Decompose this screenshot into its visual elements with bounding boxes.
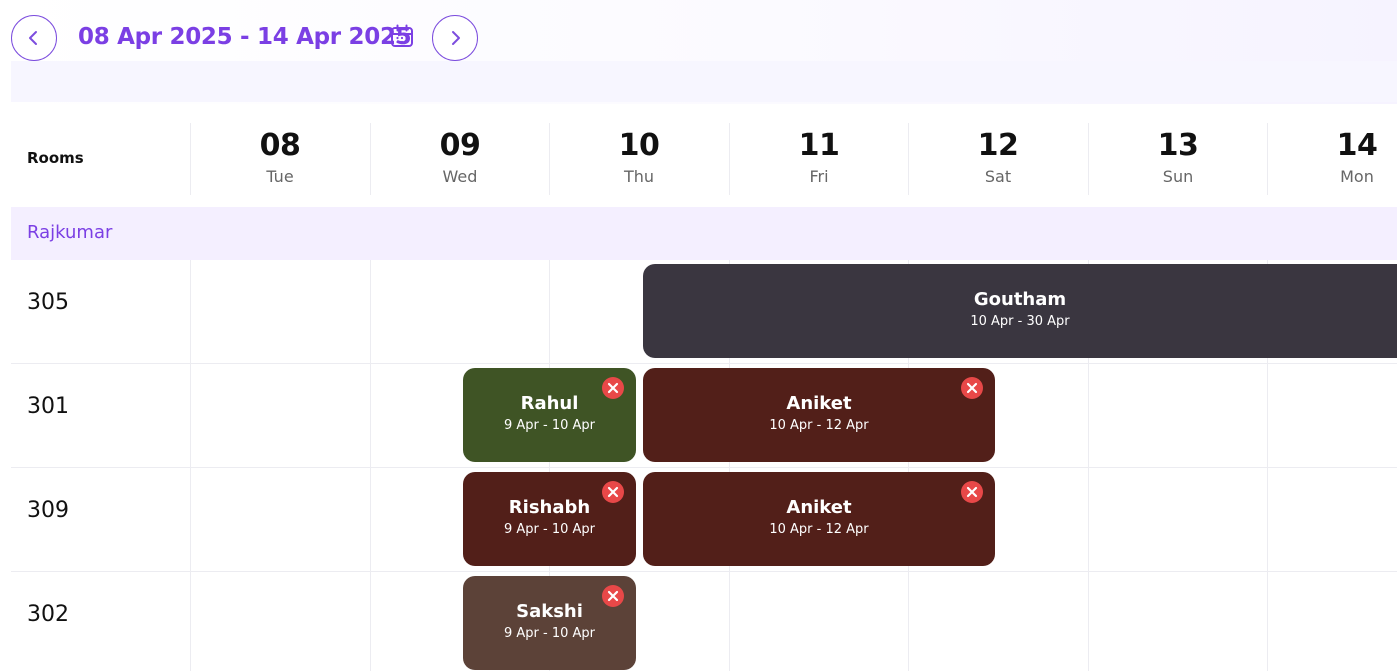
- day-number: 14: [1336, 128, 1378, 163]
- booking-dates: 10 Apr - 12 Apr: [769, 418, 869, 433]
- close-icon: [966, 486, 978, 498]
- remove-booking-button[interactable]: [602, 585, 624, 607]
- day-number: 08: [259, 128, 301, 163]
- booking-dates: 10 Apr - 30 Apr: [970, 314, 1070, 329]
- booking-dates: 9 Apr - 10 Apr: [503, 418, 595, 433]
- room-name: 305: [27, 290, 69, 315]
- day-header-12: 12 Sat: [908, 123, 1087, 195]
- day-name: Wed: [442, 167, 478, 186]
- date-range-label: 08 Apr 2025 - 14 Apr 2025: [78, 24, 412, 50]
- day-number: 10: [618, 128, 660, 163]
- booking-dates: 9 Apr - 10 Apr: [503, 522, 595, 537]
- day-header-08: 08 Tue: [190, 123, 369, 195]
- day-name: Thu: [623, 167, 655, 186]
- booking-block[interactable]: Rishabh 9 Apr - 10 Apr: [463, 472, 636, 566]
- booking-block[interactable]: Aniket 10 Apr - 12 Apr: [643, 368, 995, 462]
- room-group-label: Rajkumar: [27, 222, 113, 243]
- room-name: 309: [27, 498, 69, 523]
- day-header-09: 09 Wed: [370, 123, 549, 195]
- booking-dates: 10 Apr - 12 Apr: [769, 522, 869, 537]
- day-name: Sun: [1162, 167, 1194, 186]
- date-navigation-bar: 08 Apr 2025 - 14 Apr 2025: [0, 0, 1397, 104]
- day-name: Tue: [266, 167, 294, 186]
- day-number: 09: [439, 128, 481, 163]
- room-name: 301: [27, 394, 69, 419]
- room-group-header[interactable]: Rajkumar: [11, 207, 1397, 260]
- day-name: Mon: [1340, 167, 1374, 186]
- remove-booking-button[interactable]: [961, 481, 983, 503]
- booking-block[interactable]: Rahul 9 Apr - 10 Apr: [463, 368, 636, 462]
- room-name: 302: [27, 602, 69, 627]
- calendar-icon[interactable]: [389, 23, 415, 49]
- chevron-left-icon: [29, 31, 37, 45]
- remove-booking-button[interactable]: [961, 377, 983, 399]
- day-header-row: Rooms 08 Tue 09 Wed 10 Thu 11 Fri 12 Sat…: [11, 113, 1397, 207]
- rooms-column-header: Rooms: [27, 149, 84, 167]
- booking-block[interactable]: Aniket 10 Apr - 12 Apr: [643, 472, 995, 566]
- booking-guest-name: Goutham: [973, 289, 1067, 310]
- toolbar-strip: [11, 61, 1397, 102]
- booking-grid: 305 301 309 302 Goutham 10 Apr - 30 Apr …: [11, 260, 1397, 671]
- next-week-button[interactable]: [432, 15, 478, 61]
- day-name: Fri: [809, 167, 829, 186]
- day-header-11: 11 Fri: [729, 123, 908, 195]
- day-name: Sat: [984, 167, 1012, 186]
- close-icon: [607, 486, 619, 498]
- day-number: 12: [977, 128, 1019, 163]
- chevron-right-icon: [452, 31, 460, 45]
- day-number: 11: [798, 128, 840, 163]
- close-icon: [966, 382, 978, 394]
- booking-block[interactable]: Sakshi 9 Apr - 10 Apr: [463, 576, 636, 670]
- booking-block[interactable]: Goutham 10 Apr - 30 Apr: [643, 264, 1397, 358]
- close-icon: [607, 382, 619, 394]
- day-header-14: 14 Mon: [1267, 123, 1397, 195]
- booking-dates: 9 Apr - 10 Apr: [503, 626, 595, 641]
- close-icon: [607, 590, 619, 602]
- remove-booking-button[interactable]: [602, 481, 624, 503]
- previous-week-button[interactable]: [11, 15, 57, 61]
- booking-guest-name: Aniket: [786, 497, 852, 518]
- booking-guest-name: Aniket: [786, 393, 852, 414]
- day-header-10: 10 Thu: [549, 123, 728, 195]
- day-header-13: 13 Sun: [1088, 123, 1267, 195]
- room-row-302: 302: [11, 572, 1397, 671]
- day-number: 13: [1157, 128, 1199, 163]
- room-scheduler: Rooms 08 Tue 09 Wed 10 Thu 11 Fri 12 Sat…: [11, 113, 1397, 671]
- remove-booking-button[interactable]: [602, 377, 624, 399]
